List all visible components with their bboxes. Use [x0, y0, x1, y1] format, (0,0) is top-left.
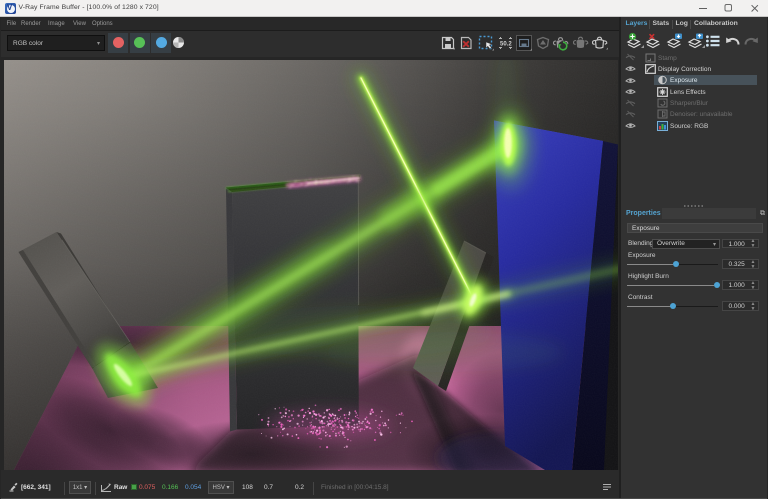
- svg-text:50.2: 50.2: [500, 41, 512, 47]
